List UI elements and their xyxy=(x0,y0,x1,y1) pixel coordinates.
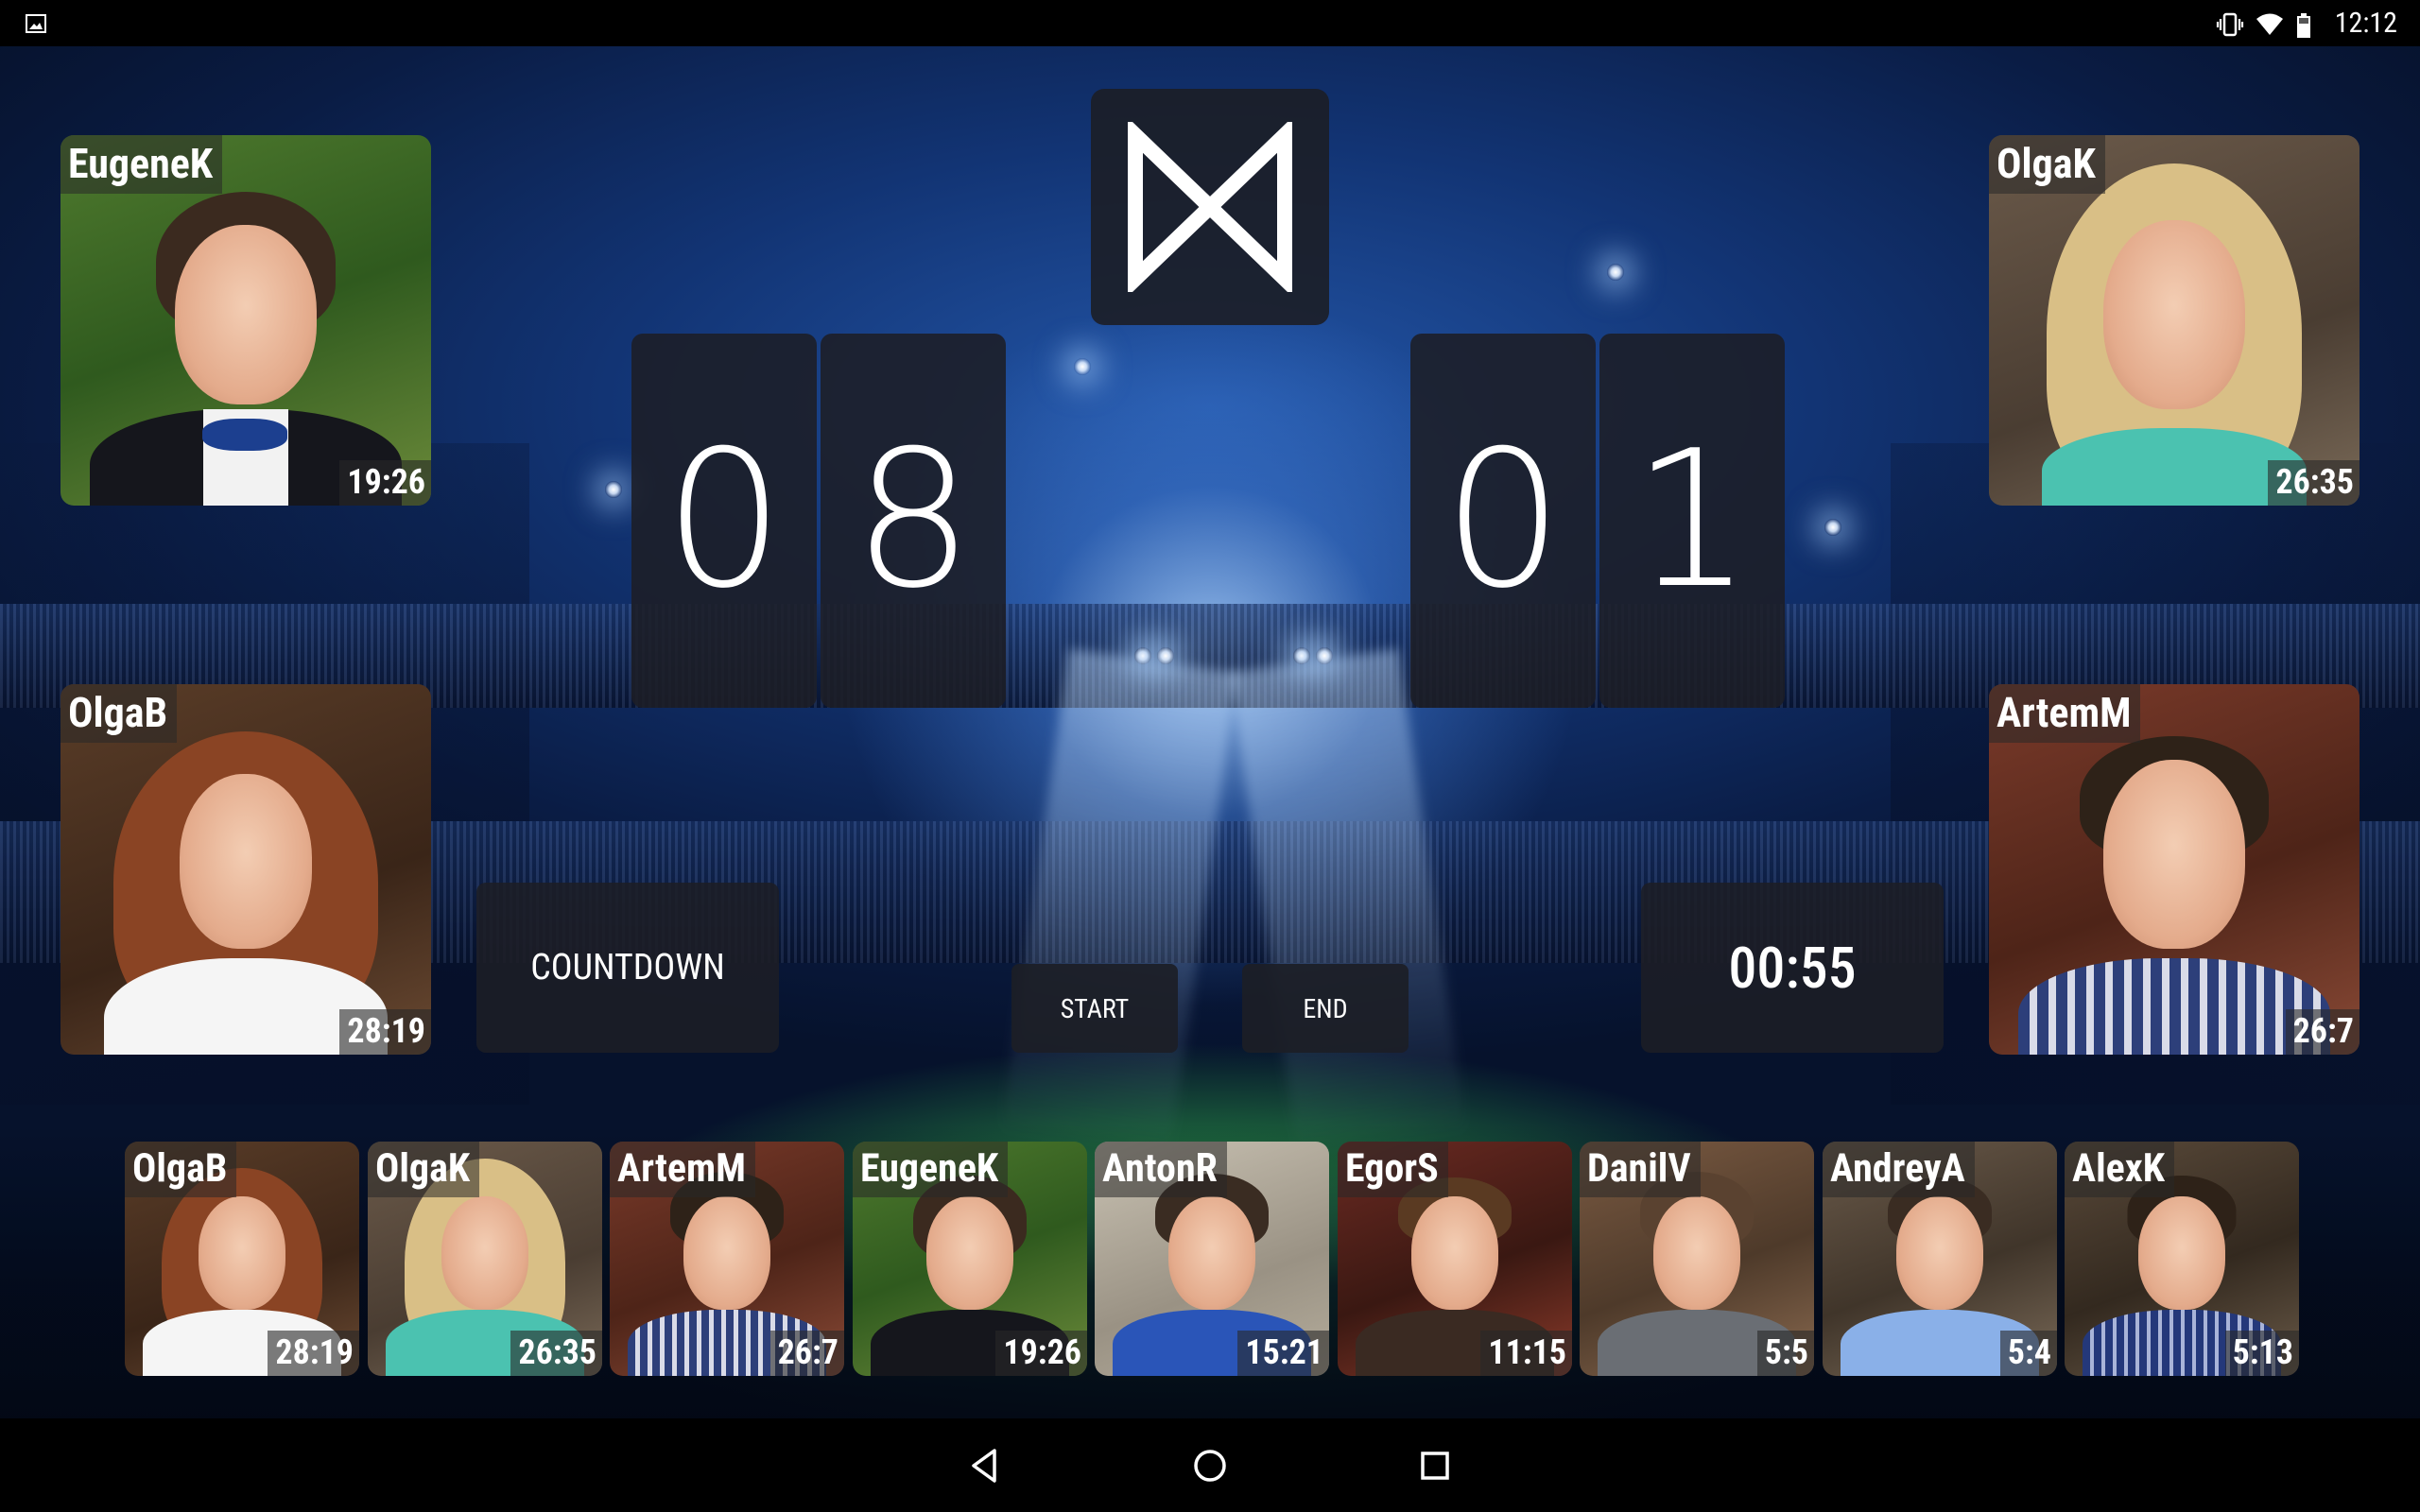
player-time: 15:21 xyxy=(1237,1331,1329,1376)
player-name: AntonR xyxy=(1095,1142,1227,1197)
navigation-bar xyxy=(0,1418,2420,1512)
player-time: 28:19 xyxy=(268,1331,359,1376)
player-name: OlgaB xyxy=(125,1142,237,1197)
player-name: OlgaK xyxy=(368,1142,480,1197)
roster-player-card[interactable]: AntonR 15:21 xyxy=(1095,1142,1329,1376)
score-right-tens: 0 xyxy=(1410,334,1596,708)
player-time: 5:13 xyxy=(2224,1331,2299,1376)
player-name: OlgaB xyxy=(60,684,178,743)
player-time: 28:19 xyxy=(339,1009,431,1055)
roster-player-card[interactable]: OlgaB 28:19 xyxy=(125,1142,359,1376)
roster-player-card[interactable]: DanilV 5:5 xyxy=(1580,1142,1814,1376)
player-name: DanilV xyxy=(1580,1142,1701,1197)
roster-player-card[interactable]: EugeneK 19:26 xyxy=(853,1142,1087,1376)
recents-icon[interactable] xyxy=(1407,1437,1463,1494)
player-name: ArtemM xyxy=(1989,684,2141,743)
player-time: 19:26 xyxy=(339,460,431,506)
roster-player-card[interactable]: EgorS 11:15 xyxy=(1338,1142,1572,1376)
roster-player-card[interactable]: AlexK 5:13 xyxy=(2065,1142,2299,1376)
vibrate-icon xyxy=(2216,12,2243,36)
home-icon[interactable] xyxy=(1182,1437,1238,1494)
countdown-label: COUNTDOWN xyxy=(476,883,779,1053)
player-name: EugeneK xyxy=(60,135,223,194)
roster-player-card[interactable]: AndreyA 5:4 xyxy=(1823,1142,2057,1376)
player-name: EugeneK xyxy=(853,1142,1009,1197)
status-clock: 12:12 xyxy=(2334,7,2397,40)
roster-player-card[interactable]: ArtemM 26:7 xyxy=(610,1142,844,1376)
player-name: AndreyA xyxy=(1823,1142,1975,1197)
player-name: EgorS xyxy=(1338,1142,1448,1197)
wifi-icon xyxy=(2256,12,2283,35)
featured-player-card[interactable]: ArtemM 26:7 xyxy=(1989,684,2360,1055)
player-time: 26:35 xyxy=(2268,460,2360,506)
end-button[interactable]: END xyxy=(1242,964,1409,1053)
image-icon xyxy=(25,12,47,35)
featured-player-card[interactable]: OlgaB 28:19 xyxy=(60,684,431,1055)
player-time: 26:35 xyxy=(510,1331,602,1376)
score-right-ones: 1 xyxy=(1599,334,1785,708)
score-left-tens: 0 xyxy=(631,334,817,708)
roster-player-card[interactable]: OlgaK 26:35 xyxy=(368,1142,602,1376)
player-time: 5:4 xyxy=(1999,1331,2057,1376)
player-name: ArtemM xyxy=(610,1142,755,1197)
player-time: 19:26 xyxy=(995,1331,1087,1376)
status-bar: 12:12 xyxy=(0,0,2420,46)
player-time: 5:5 xyxy=(1756,1331,1814,1376)
featured-player-card[interactable]: EugeneK 19:26 xyxy=(60,135,431,506)
back-icon[interactable] xyxy=(957,1437,1013,1494)
featured-player-card[interactable]: OlgaK 26:35 xyxy=(1989,135,2360,506)
start-button[interactable]: START xyxy=(1011,964,1178,1053)
bowtie-logo-icon xyxy=(1091,89,1329,325)
player-time: 26:7 xyxy=(2285,1009,2360,1055)
battery-icon xyxy=(2295,12,2318,38)
player-name: OlgaK xyxy=(1989,135,2105,194)
score-left-ones: 8 xyxy=(821,334,1006,708)
player-time: 11:15 xyxy=(1480,1331,1572,1376)
countdown-timer: 00:55 xyxy=(1641,883,1944,1053)
player-name: AlexK xyxy=(2065,1142,2174,1197)
player-time: 26:7 xyxy=(769,1331,844,1376)
